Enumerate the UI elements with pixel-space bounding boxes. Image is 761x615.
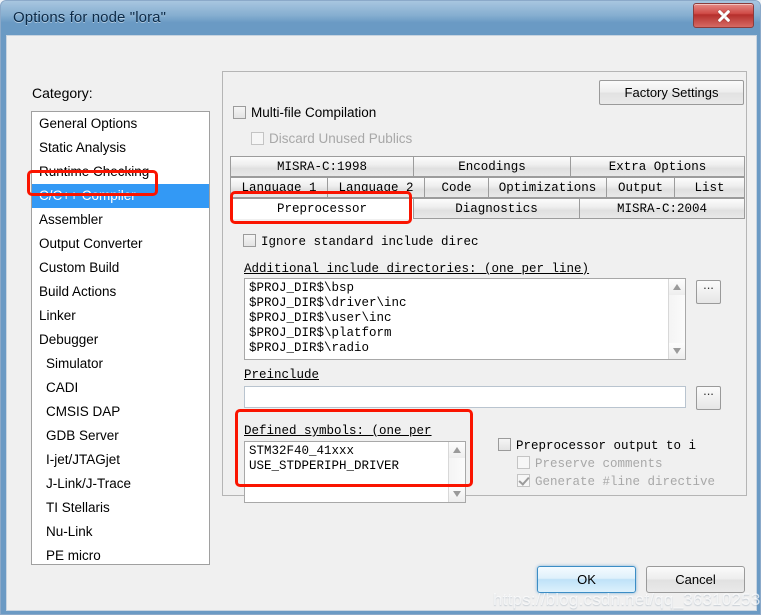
category-item-static-analysis[interactable]: Static Analysis bbox=[32, 136, 209, 160]
category-item-general-options[interactable]: General Options bbox=[32, 112, 209, 136]
defined-symbol-line: USE_STDPERIPH_DRIVER bbox=[249, 459, 400, 473]
include-directory-line: $PROJ_DIR$\radio bbox=[249, 341, 370, 355]
category-item-cadi[interactable]: CADI bbox=[32, 376, 209, 400]
category-label: Category: bbox=[32, 85, 93, 101]
tab-row-2[interactable]: Language 1 Language 2 Code Optimizations Out… bbox=[230, 177, 745, 198]
category-item-ti-stellaris[interactable]: TI Stellaris bbox=[32, 496, 209, 520]
include-dirs-browse-button[interactable] bbox=[696, 277, 721, 304]
category-item-pe-micro[interactable]: PE micro bbox=[32, 544, 209, 564]
factory-settings-button[interactable]: Factory Settings bbox=[599, 80, 744, 105]
category-item-build-actions[interactable]: Build Actions bbox=[32, 280, 209, 304]
include-directory-line: $PROJ_DIR$\platform bbox=[249, 326, 392, 340]
additional-include-directories-label: Additional include directories: (one per… bbox=[244, 262, 590, 276]
preserve-comments-label: Preserve comments bbox=[535, 457, 663, 471]
include-dirs-scrollbar[interactable] bbox=[668, 279, 685, 359]
multifile-compilation-checkbox[interactable] bbox=[233, 106, 246, 119]
multifile-compilation-checkbox-row[interactable]: Multi-file Compilation bbox=[233, 105, 376, 120]
category-item-cmsis-dap[interactable]: CMSIS DAP bbox=[32, 400, 209, 424]
tab-optimizations[interactable]: Optimizations bbox=[488, 177, 606, 198]
window-frame: Options for node "lora" Category: Genera… bbox=[0, 0, 761, 615]
close-icon[interactable] bbox=[693, 3, 754, 28]
preinclude-input[interactable] bbox=[244, 386, 686, 408]
category-item-linker[interactable]: Linker bbox=[32, 304, 209, 328]
ok-button[interactable]: OK bbox=[537, 566, 636, 593]
include-directory-line: $PROJ_DIR$\bsp bbox=[249, 281, 355, 295]
multifile-compilation-label: Multi-file Compilation bbox=[251, 105, 377, 120]
category-item-runtime-checking[interactable]: Runtime Checking bbox=[32, 160, 209, 184]
include-directory-line: $PROJ_DIR$\user\inc bbox=[249, 311, 392, 325]
discard-unused-publics-label: Discard Unused Publics bbox=[269, 131, 413, 146]
tab-misra-c-2004[interactable]: MISRA-C:2004 bbox=[579, 198, 745, 219]
tab-list[interactable]: List bbox=[674, 177, 745, 198]
preserve-comments-checkbox bbox=[517, 456, 530, 469]
tab-extra-options[interactable]: Extra Options bbox=[570, 156, 745, 177]
watermark-text: https://blog.csdn.net/qq_36310253 bbox=[493, 590, 761, 609]
title-bar: Options for node "lora" bbox=[1, 1, 760, 37]
defined-symbol-line: STM32F40_41xxx bbox=[249, 444, 355, 458]
preprocessor-output-row[interactable]: Preprocessor output to i bbox=[498, 438, 696, 453]
category-item-custom-build[interactable]: Custom Build bbox=[32, 256, 209, 280]
preinclude-browse-button[interactable] bbox=[696, 383, 721, 410]
defined-symbols-label: Defined symbols: (one per bbox=[244, 424, 432, 438]
category-item-j-link-j-trace[interactable]: J-Link/J-Trace bbox=[32, 472, 209, 496]
tab-code[interactable]: Code bbox=[424, 177, 488, 198]
options-dialog-window: Options for node "lora" Category: Genera… bbox=[0, 0, 761, 615]
generate-line-directives-label: Generate #line directive bbox=[535, 475, 716, 489]
defined-symbols-textarea[interactable]: STM32F40_41xxx USE_STDPERIPH_DRIVER bbox=[244, 441, 466, 503]
category-item-debugger[interactable]: Debugger bbox=[32, 328, 209, 352]
preprocessor-output-label: Preprocessor output to i bbox=[516, 439, 697, 453]
defined-symbols-scrollbar[interactable] bbox=[448, 442, 465, 502]
category-item-assembler[interactable]: Assembler bbox=[32, 208, 209, 232]
scroll-up-icon[interactable] bbox=[449, 442, 465, 458]
ignore-standard-include-label: Ignore standard include direc bbox=[261, 235, 479, 249]
scroll-down-icon[interactable] bbox=[669, 343, 685, 359]
window-title: Options for node "lora" bbox=[13, 9, 167, 26]
generate-line-directives-row: Generate #line directive bbox=[517, 474, 715, 489]
scroll-up-icon[interactable] bbox=[669, 279, 685, 295]
cancel-button[interactable]: Cancel bbox=[646, 566, 745, 593]
category-item-gdb-server[interactable]: GDB Server bbox=[32, 424, 209, 448]
scroll-down-icon[interactable] bbox=[449, 486, 465, 502]
category-item-nu-link[interactable]: Nu-Link bbox=[32, 520, 209, 544]
discard-unused-publics-checkbox bbox=[251, 132, 264, 145]
category-list[interactable]: General Options Static Analysis Runtime Ch… bbox=[31, 111, 210, 565]
ignore-standard-include-row[interactable]: Ignore standard include direc bbox=[243, 234, 479, 249]
discard-unused-publics-checkbox-row: Discard Unused Publics bbox=[251, 131, 412, 146]
ignore-standard-include-checkbox[interactable] bbox=[243, 234, 256, 247]
category-item-i-jet-jtagjet[interactable]: I-jet/JTAGjet bbox=[32, 448, 209, 472]
tab-language-2[interactable]: Language 2 bbox=[327, 177, 424, 198]
additional-include-directories-textarea[interactable]: $PROJ_DIR$\bsp $PROJ_DIR$\driver\inc $PROJ… bbox=[244, 278, 686, 360]
include-directory-line: $PROJ_DIR$\driver\inc bbox=[249, 296, 407, 310]
category-item-simulator[interactable]: Simulator bbox=[32, 352, 209, 376]
generate-line-directives-checkbox bbox=[517, 474, 530, 487]
tab-diagnostics[interactable]: Diagnostics bbox=[413, 198, 579, 219]
tab-misra-c-1998[interactable]: MISRA-C:1998 bbox=[230, 156, 413, 177]
preserve-comments-row: Preserve comments bbox=[517, 456, 663, 471]
tab-row-3[interactable]: Preprocessor Diagnostics MISRA-C:2004 bbox=[230, 198, 745, 219]
tab-row-1[interactable]: MISRA-C:1998 Encodings Extra Options bbox=[230, 156, 745, 177]
tab-language-1[interactable]: Language 1 bbox=[230, 177, 327, 198]
tab-encodings[interactable]: Encodings bbox=[413, 156, 570, 177]
tab-preprocessor[interactable]: Preprocessor bbox=[230, 198, 413, 219]
tab-output[interactable]: Output bbox=[606, 177, 674, 198]
category-item-c-c-compiler[interactable]: C/C++ Compiler bbox=[32, 184, 209, 208]
preinclude-label: Preinclude bbox=[244, 368, 320, 382]
preprocessor-output-checkbox[interactable] bbox=[498, 438, 511, 451]
category-item-output-converter[interactable]: Output Converter bbox=[32, 232, 209, 256]
